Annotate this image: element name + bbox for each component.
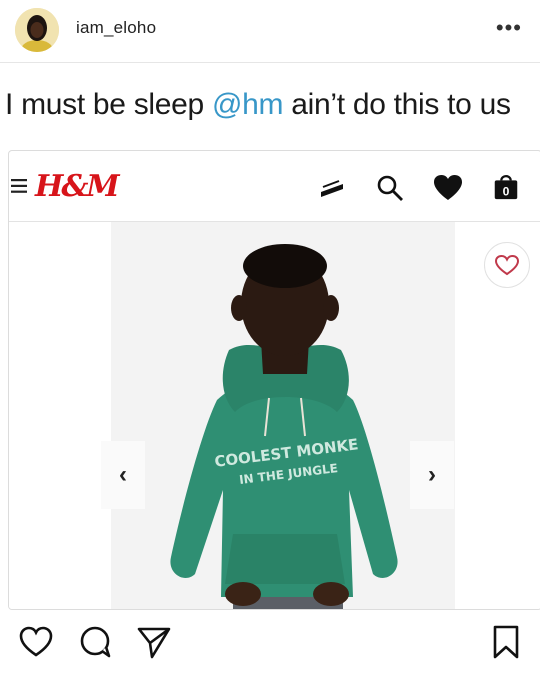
bag-count: 0: [503, 184, 510, 198]
caption-text-start: I must be sleep: [5, 88, 212, 121]
avatar[interactable]: [15, 8, 59, 52]
username[interactable]: iam_eloho: [76, 18, 156, 38]
search-icon[interactable]: [375, 173, 405, 203]
product-image: COOLEST MONKE IN THE JUNGLE: [111, 222, 455, 609]
prev-image-button[interactable]: ‹: [101, 441, 145, 509]
post-actions: [0, 612, 540, 675]
store-icon[interactable]: [317, 173, 347, 203]
favorite-button[interactable]: [484, 242, 530, 288]
comment-icon[interactable]: [78, 624, 114, 660]
heart-icon[interactable]: [18, 624, 54, 660]
share-icon[interactable]: [136, 624, 172, 660]
next-image-button[interactable]: ›: [410, 441, 454, 509]
menu-icon[interactable]: [11, 179, 27, 193]
product-photo: COOLEST MONKE IN THE JUNGLE: [111, 222, 455, 609]
wishlist-icon[interactable]: [433, 173, 463, 203]
post-caption: I must be sleep @hm ain’t do this to us: [5, 88, 535, 122]
bookmark-icon[interactable]: [488, 624, 524, 660]
hm-logo[interactable]: H&M: [35, 169, 120, 204]
post-header: iam_eloho •••: [0, 0, 540, 63]
hm-screenshot-card: H&M 0 COOLEST MONKE IN THE JUNGLE ‹ ›: [8, 150, 540, 610]
bag-icon[interactable]: 0: [491, 171, 521, 201]
mention-link[interactable]: @hm: [212, 88, 284, 121]
heart-outline-icon: [494, 254, 520, 276]
more-options-icon[interactable]: •••: [496, 17, 522, 39]
product-gallery: COOLEST MONKE IN THE JUNGLE ‹ ›: [9, 222, 540, 609]
hm-header: H&M 0: [9, 151, 540, 222]
avatar-image: [15, 8, 59, 52]
caption-text-end: ain’t do this to us: [283, 88, 511, 121]
